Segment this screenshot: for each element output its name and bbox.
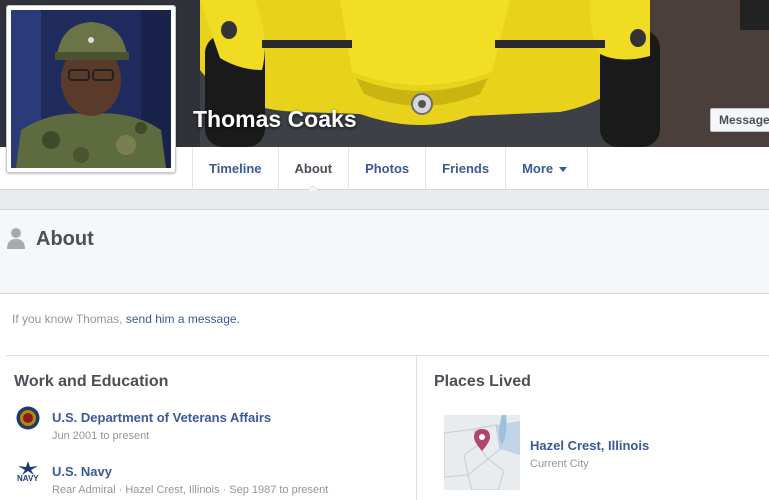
- work-detail: Rear Admiral · Hazel Crest, Illinois · S…: [52, 484, 329, 496]
- tab-timeline[interactable]: Timeline: [193, 147, 279, 190]
- place-city-link[interactable]: Hazel Crest, Illinois: [530, 438, 649, 453]
- tab-label: Photos: [365, 161, 410, 176]
- work-education-title: Work and Education: [14, 373, 169, 390]
- work-detail: Jun 2001 to present: [52, 430, 150, 442]
- navy-logo-icon: NAVY: [16, 460, 40, 486]
- city-map-thumbnail[interactable]: [444, 415, 520, 490]
- place-detail: Current City: [530, 458, 589, 470]
- list-item: U.S. Department of Veterans Affairs Jun …: [52, 410, 271, 442]
- list-item: Hazel Crest, Illinois Current City: [530, 438, 649, 470]
- tab-more[interactable]: More: [506, 147, 589, 190]
- message-hint: If you know Thomas, send him a message.: [12, 312, 240, 326]
- tab-about[interactable]: About: [279, 147, 350, 191]
- tab-label: Timeline: [209, 161, 262, 176]
- active-tab-indicator: [307, 185, 320, 191]
- tab-photos[interactable]: Photos: [349, 147, 427, 190]
- about-header: About: [0, 210, 769, 294]
- profile-photo: [11, 10, 171, 168]
- work-employer-link[interactable]: U.S. Navy: [52, 464, 328, 479]
- send-message-link[interactable]: send him a message.: [126, 312, 240, 326]
- profile-tabs: Timeline About Photos Friends More: [192, 147, 589, 191]
- about-title: About: [36, 228, 94, 250]
- tab-label: Friends: [442, 161, 490, 176]
- map-pin-icon: [474, 429, 490, 456]
- va-seal-icon: [16, 406, 40, 435]
- tab-label: About: [294, 161, 333, 176]
- work-employer-link[interactable]: U.S. Department of Veterans Affairs: [52, 410, 271, 425]
- navy-logo-text: NAVY: [17, 474, 39, 483]
- hint-text: If you know Thomas,: [12, 312, 123, 326]
- person-icon: [6, 227, 26, 254]
- profile-picture[interactable]: [6, 5, 176, 173]
- list-item: U.S. Navy Rear Admiral · Hazel Crest, Il…: [52, 464, 328, 496]
- chevron-down-icon: [559, 167, 568, 173]
- section-divider: [6, 355, 769, 356]
- tab-friends[interactable]: Friends: [426, 147, 507, 190]
- tab-label: More: [522, 161, 554, 176]
- column-divider: [416, 355, 417, 500]
- places-lived-title: Places Lived: [434, 373, 531, 390]
- profile-name: Thomas Coaks: [193, 106, 357, 132]
- profile-page: Thomas Coaks Message Timeline About Phot…: [0, 0, 769, 500]
- about-panel: About If you know Thomas, send him a mes…: [0, 209, 769, 500]
- message-button[interactable]: Message: [710, 108, 769, 132]
